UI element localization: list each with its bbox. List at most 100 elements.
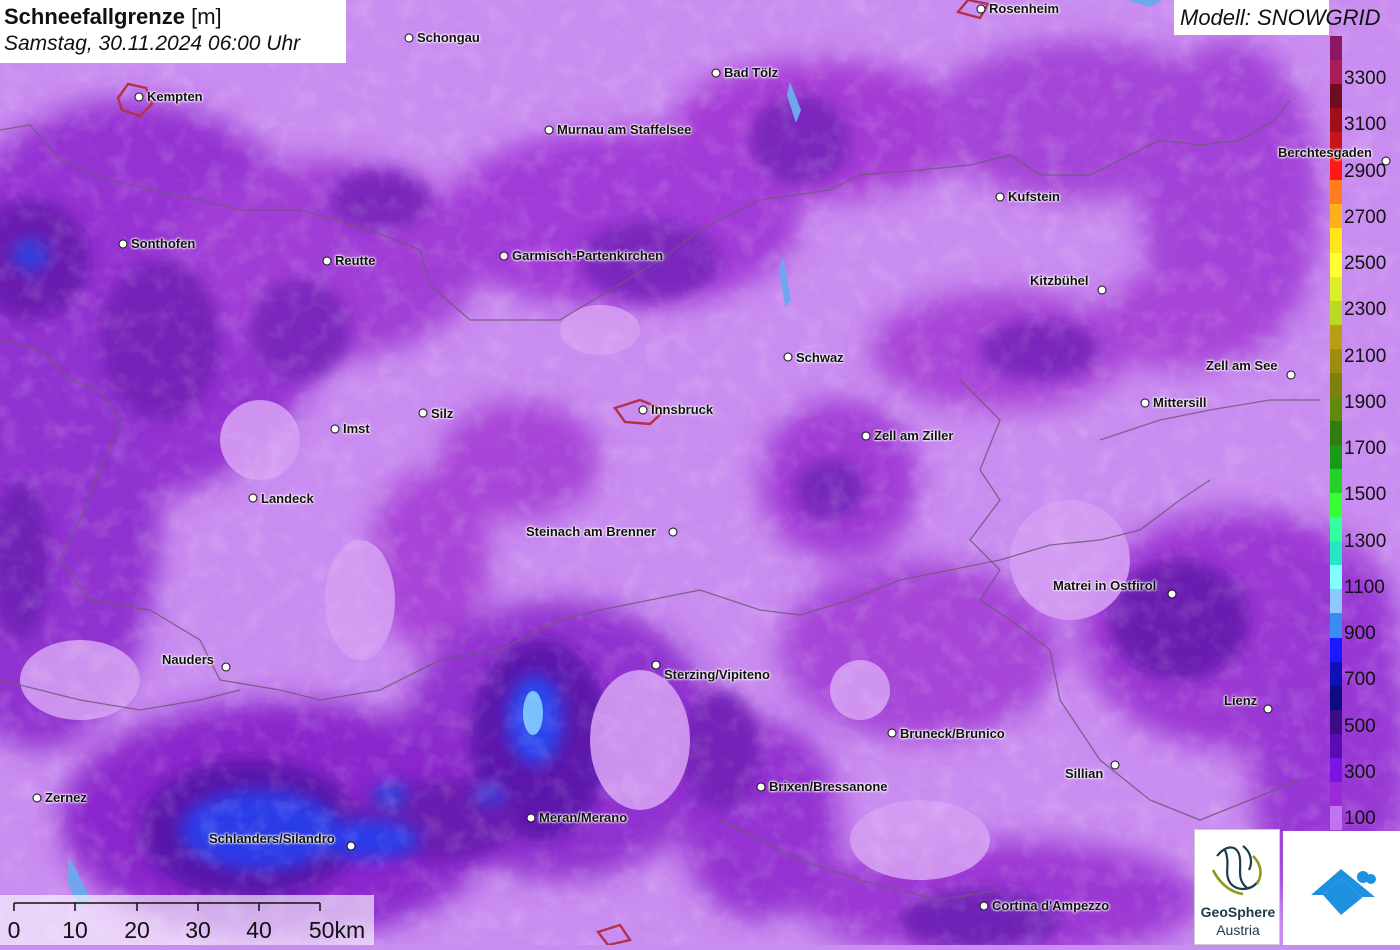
- legend-swatch: [1330, 324, 1342, 350]
- legend-swatch: [1330, 252, 1342, 278]
- city-label: Matrei in Ostfirol: [1053, 578, 1157, 593]
- legend-label: 500: [1344, 715, 1376, 737]
- legend-label: 2700: [1344, 206, 1387, 228]
- city-marker[interactable]: [526, 813, 536, 823]
- city-label: Cortina d'Ampezzo: [992, 898, 1110, 913]
- city-label: Lienz: [1224, 693, 1258, 708]
- city-marker[interactable]: [404, 33, 414, 43]
- snowgrid-logo[interactable]: [1283, 831, 1400, 945]
- legend-label: 1700: [1344, 438, 1387, 459]
- snowfall-map[interactable]: [0, 0, 1400, 945]
- city-marker[interactable]: [1381, 156, 1391, 166]
- city-marker[interactable]: [976, 4, 986, 14]
- city-label: Schwaz: [796, 350, 844, 365]
- city-label: Bad Tölz: [724, 65, 779, 80]
- legend-label: 1500: [1344, 484, 1387, 506]
- city-marker[interactable]: [1263, 704, 1273, 714]
- legend-swatch: [1330, 228, 1342, 254]
- city-marker[interactable]: [32, 793, 42, 803]
- legend-label: 2500: [1344, 253, 1387, 274]
- geosphere-logo[interactable]: GeoSphere Austria: [1194, 829, 1280, 945]
- legend-swatch: [1330, 300, 1342, 326]
- legend-swatch: [1330, 661, 1342, 687]
- map-datetime: Samstag, 30.11.2024 06:00 Uhr: [4, 32, 301, 55]
- legend-swatch: [1330, 757, 1342, 783]
- city-marker[interactable]: [711, 68, 721, 78]
- legend-label: 1900: [1344, 391, 1387, 413]
- legend-swatch: [1330, 781, 1342, 807]
- legend-swatch: [1330, 589, 1342, 614]
- legend-swatch: [1330, 685, 1342, 711]
- city-marker[interactable]: [979, 901, 989, 911]
- scale-label: 20: [124, 917, 150, 943]
- city-marker[interactable]: [248, 493, 258, 503]
- legend-label: 900: [1344, 623, 1376, 644]
- city-label: Schlanders/Silandro: [209, 831, 335, 846]
- legend-label: 2900: [1344, 160, 1387, 182]
- legend-label: 700: [1344, 669, 1376, 691]
- city-marker[interactable]: [1167, 589, 1177, 599]
- city-marker[interactable]: [118, 239, 128, 249]
- scale-label: 30: [185, 917, 211, 943]
- city-marker[interactable]: [1097, 285, 1107, 295]
- scale-label: 50km: [308, 917, 366, 943]
- city-label: Sterzing/Vipiteno: [664, 667, 770, 682]
- model-label: Modell: SNOWGRID: [1174, 0, 1380, 35]
- legend-swatch: [1330, 84, 1342, 109]
- city-label: Garmisch-Partenkirchen: [512, 248, 664, 263]
- city-marker[interactable]: [995, 192, 1005, 202]
- legend-swatch: [1330, 60, 1342, 85]
- city-marker[interactable]: [499, 251, 509, 261]
- city-label: Nauders: [162, 652, 215, 667]
- city-label: Kitzbühel: [1030, 273, 1089, 288]
- city-label: Silz: [431, 406, 454, 421]
- city-marker[interactable]: [330, 424, 340, 434]
- city-marker[interactable]: [1110, 760, 1120, 770]
- city-marker[interactable]: [783, 352, 793, 362]
- legend-swatch: [1330, 396, 1342, 422]
- geosphere-swirl-icon: [1211, 845, 1262, 896]
- city-marker[interactable]: [346, 841, 356, 851]
- legend-swatch: [1330, 372, 1342, 398]
- legend-swatch: [1330, 108, 1342, 133]
- city-label: Zell am Ziller: [874, 428, 954, 443]
- city-marker[interactable]: [756, 782, 766, 792]
- legend-swatch: [1330, 613, 1342, 638]
- city-label: Zell am See: [1206, 358, 1278, 373]
- city-marker[interactable]: [418, 408, 428, 418]
- legend-swatch: [1330, 276, 1342, 302]
- legend-swatch: [1330, 445, 1342, 470]
- legend-label: 1300: [1344, 530, 1387, 552]
- legend-label: 3100: [1344, 114, 1387, 136]
- legend-swatch: [1330, 637, 1342, 663]
- city-label: Kempten: [147, 89, 203, 104]
- city-marker[interactable]: [668, 527, 678, 537]
- city-marker[interactable]: [1286, 370, 1296, 380]
- legend-swatch: [1330, 565, 1342, 590]
- city-label: Meran/Merano: [539, 810, 628, 825]
- city-marker[interactable]: [221, 662, 231, 672]
- city-marker[interactable]: [134, 92, 144, 102]
- city-marker[interactable]: [638, 405, 648, 415]
- city-label: Imst: [343, 421, 370, 436]
- city-label: Sonthofen: [131, 236, 196, 251]
- city-marker[interactable]: [861, 431, 871, 441]
- city-marker[interactable]: [544, 125, 554, 135]
- title-box: Schneefallgrenze [m] Samstag, 30.11.2024…: [0, 0, 346, 63]
- city-marker[interactable]: [1140, 398, 1150, 408]
- city-label: Sillian: [1065, 766, 1104, 781]
- legend-label: 300: [1344, 761, 1376, 783]
- legend-swatch: [1330, 805, 1342, 831]
- legend-swatch: [1330, 420, 1342, 446]
- legend-swatch: [1330, 709, 1342, 735]
- city-marker[interactable]: [651, 660, 661, 670]
- city-marker[interactable]: [887, 728, 897, 738]
- geosphere-name: GeoSphere: [1200, 904, 1276, 920]
- city-label: Rosenheim: [989, 1, 1060, 16]
- map-unit: [m]: [191, 4, 222, 29]
- legend-swatch: [1330, 469, 1342, 494]
- geosphere-country: Austria: [1216, 922, 1260, 938]
- city-marker[interactable]: [322, 256, 332, 266]
- legend-label: 100: [1344, 808, 1376, 829]
- city-label: Kufstein: [1008, 189, 1060, 204]
